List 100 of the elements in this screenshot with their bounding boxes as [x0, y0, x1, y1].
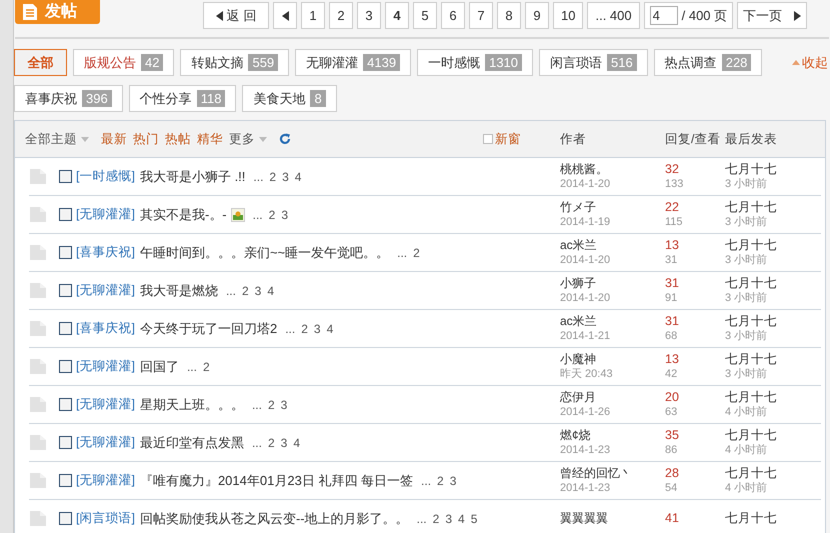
last-post-author[interactable]: 七月十七 — [725, 162, 821, 176]
checkbox[interactable] — [59, 474, 72, 487]
category-link[interactable]: [喜事庆祝] — [76, 319, 135, 338]
thread-title[interactable]: 我大哥是小狮子 .!! — [140, 166, 246, 186]
category-link[interactable]: [无聊灌灌] — [76, 395, 135, 414]
more-dropdown[interactable]: 更多 — [229, 130, 267, 148]
author-name[interactable]: 燃¢烧 — [560, 428, 665, 442]
author-name[interactable]: 翼翼翼翼 — [560, 511, 665, 526]
category-link[interactable]: [闲言琐语] — [76, 509, 135, 528]
collapse-link[interactable]: 收起 — [792, 49, 828, 76]
last-post-author[interactable]: 七月十七 — [725, 511, 821, 526]
thread-title[interactable]: 最近印堂有点发黑 — [140, 432, 244, 452]
category-filter[interactable]: 个性分享 118 — [128, 85, 236, 112]
thread-title[interactable]: 回帖奖励使我从苍之风云变--地上的月影了。。 — [140, 508, 409, 528]
last-post-author[interactable]: 七月十七 — [725, 466, 821, 480]
category-link[interactable]: [一时感慨] — [76, 167, 135, 186]
page-link[interactable]: 2 — [268, 396, 275, 414]
page-button[interactable]: 3 — [357, 2, 381, 29]
author-name[interactable]: 小魔神 — [560, 352, 665, 366]
author-name[interactable]: 小狮子 — [560, 276, 665, 290]
page-link[interactable]: 3 — [280, 396, 288, 414]
category-link[interactable]: [无聊灌灌] — [76, 205, 135, 224]
page-link[interactable]: 2 — [269, 168, 276, 186]
author-name[interactable]: 桃桃酱。 — [560, 162, 665, 176]
page-button[interactable]: 8 — [497, 2, 521, 29]
sort-link[interactable]: 最新 — [101, 130, 127, 148]
page-link[interactable]: 2 — [432, 510, 440, 528]
category-filter[interactable]: 转贴文摘 559 — [180, 49, 290, 76]
category-link[interactable]: [无聊灌灌] — [76, 281, 135, 300]
page-button[interactable]: 5 — [413, 2, 437, 29]
category-filter[interactable]: 闲言琐语 516 — [539, 49, 648, 76]
category-filter[interactable]: 喜事庆祝 396 — [14, 85, 123, 112]
page-link[interactable]: 2 — [301, 320, 308, 338]
new-window-checkbox[interactable]: 新窗 — [483, 130, 560, 148]
author-name[interactable]: ac米兰 — [560, 238, 665, 252]
last-post-author[interactable]: 七月十七 — [725, 200, 821, 214]
next-page-button[interactable]: 下一页 — [737, 2, 808, 29]
category-link[interactable]: [无聊灌灌] — [76, 471, 135, 490]
page-link[interactable]: 2 — [437, 472, 444, 490]
checkbox[interactable] — [59, 284, 72, 297]
page-link[interactable]: 4 — [293, 434, 300, 452]
author-name[interactable]: 恋伊月 — [560, 390, 665, 404]
category-filter[interactable]: 一时感慨 1310 — [417, 49, 534, 76]
all-topics-dropdown[interactable]: 全部主题 — [25, 130, 89, 148]
previous-page-button[interactable] — [273, 2, 297, 29]
last-post-author[interactable]: 七月十七 — [725, 314, 821, 328]
checkbox[interactable] — [59, 398, 72, 411]
category-filter[interactable]: 无聊灌灌 4139 — [295, 49, 412, 76]
last-post-author[interactable]: 七月十七 — [725, 428, 821, 442]
checkbox[interactable] — [59, 246, 72, 259]
page-link[interactable]: 5 — [470, 510, 478, 528]
page-link[interactable]: 3 — [450, 472, 456, 490]
page-link[interactable]: 2 — [268, 206, 276, 224]
page-button[interactable]: 10 — [553, 2, 584, 29]
page-link[interactable]: 2 — [242, 282, 249, 300]
thread-title[interactable]: 午睡时间到。。。亲们~~睡一发午觉吧。。 — [140, 242, 390, 262]
category-filter[interactable]: 版规公告 42 — [73, 49, 174, 76]
page-link[interactable]: 3 — [314, 320, 321, 338]
page-link[interactable]: 4 — [267, 282, 274, 300]
checkbox[interactable] — [59, 360, 72, 373]
thread-title[interactable]: 其实不是我-。- — [140, 204, 227, 224]
page-button[interactable]: 7 — [469, 2, 493, 29]
author-name[interactable]: ac米兰 — [560, 314, 665, 328]
thread-title[interactable]: 今天终于玩了一回刀塔2 — [140, 318, 278, 338]
author-name[interactable]: 竹メ子 — [560, 200, 665, 214]
page-link[interactable]: 4 — [458, 510, 465, 528]
page-link[interactable]: 3 — [254, 282, 262, 300]
category-filter[interactable]: 美食天地 8 — [242, 85, 337, 112]
page-input[interactable]: 4 — [650, 6, 678, 25]
category-link[interactable]: [喜事庆祝] — [76, 243, 135, 262]
refresh-icon[interactable] — [279, 133, 291, 145]
checkbox[interactable] — [59, 170, 72, 183]
thread-title[interactable]: 『唯有魔力』2014年01月23日 礼拜四 每日一签 — [140, 470, 414, 490]
page-link[interactable]: 3 — [282, 168, 289, 186]
sort-link[interactable]: 热门 — [133, 130, 159, 148]
category-filter[interactable]: 全部 — [14, 49, 67, 76]
page-button[interactable]: 4 — [385, 2, 409, 29]
page-link[interactable]: 2 — [413, 244, 420, 262]
page-link[interactable]: 4 — [326, 320, 334, 338]
page-button[interactable]: 9 — [525, 2, 549, 29]
page-link[interactable]: 2 — [202, 358, 210, 376]
last-post-author[interactable]: 七月十七 — [725, 276, 821, 290]
page-link[interactable]: 3 — [445, 510, 452, 528]
category-link[interactable]: [无聊灌灌] — [76, 357, 135, 376]
sort-link[interactable]: 精华 — [197, 130, 223, 148]
page-link[interactable]: 3 — [280, 434, 288, 452]
thread-title[interactable]: 我大哥是燃烧 — [140, 280, 218, 300]
checkbox[interactable] — [59, 208, 72, 221]
page-link[interactable]: 2 — [268, 434, 275, 452]
back-button[interactable]: 返 回 — [203, 2, 269, 29]
sort-link[interactable]: 热帖 — [165, 130, 191, 148]
page-button[interactable]: 2 — [329, 2, 353, 29]
category-link[interactable]: [无聊灌灌] — [76, 433, 135, 452]
last-post-author[interactable]: 七月十七 — [725, 238, 821, 252]
category-filter[interactable]: 热点调查 228 — [654, 49, 762, 76]
page-button[interactable]: 6 — [441, 2, 465, 29]
author-name[interactable]: 曾经的回忆丶 — [560, 466, 665, 480]
checkbox[interactable] — [59, 436, 72, 449]
last-post-author[interactable]: 七月十七 — [725, 390, 821, 404]
last-post-author[interactable]: 七月十七 — [725, 352, 821, 366]
